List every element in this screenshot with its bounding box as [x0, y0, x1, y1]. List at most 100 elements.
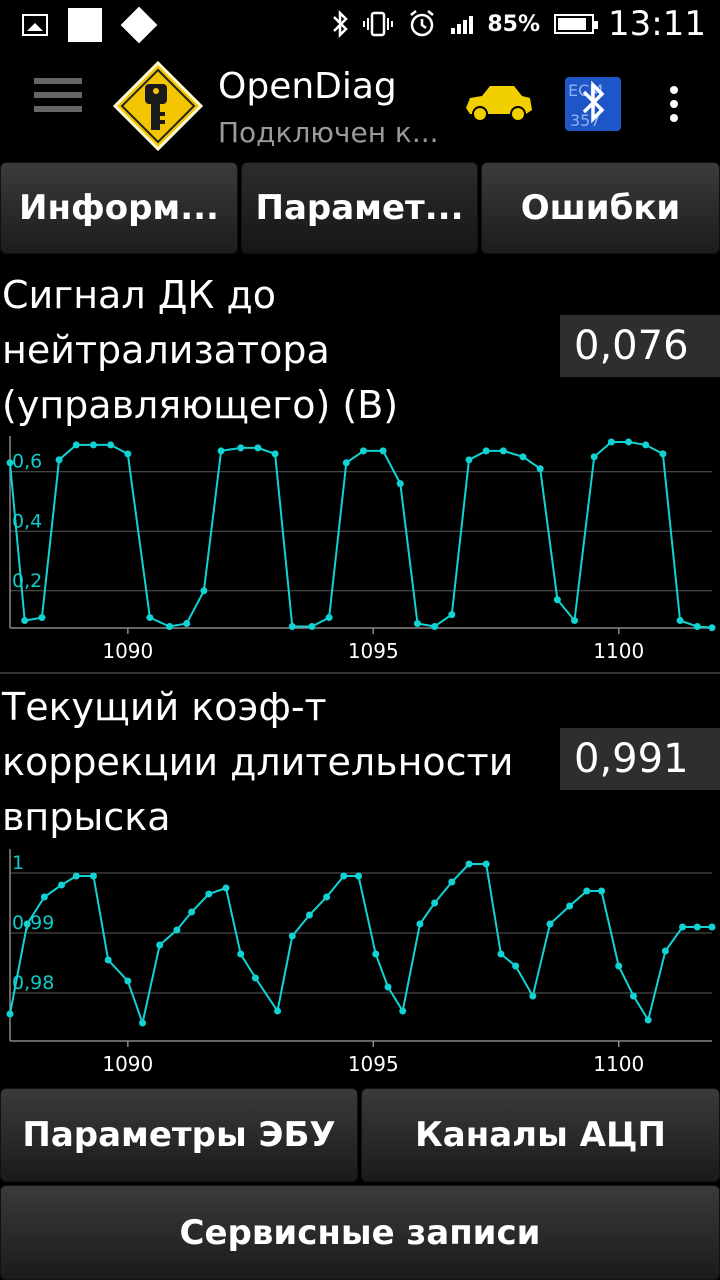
data-point — [384, 983, 392, 991]
data-point — [590, 453, 598, 461]
data-point — [413, 620, 421, 628]
data-point — [465, 456, 473, 464]
data-point — [708, 624, 716, 632]
data-point — [271, 450, 279, 458]
more-icon[interactable] — [670, 86, 680, 128]
data-point — [89, 872, 97, 880]
battery-icon — [554, 14, 599, 34]
signal-icon — [451, 14, 474, 34]
data-point — [308, 623, 316, 631]
data-point — [625, 438, 633, 446]
data-point — [323, 893, 331, 901]
data-point — [139, 1019, 147, 1027]
connection-status: Подключен к... — [218, 116, 439, 149]
data-point — [644, 1016, 652, 1024]
image-icon — [22, 14, 48, 36]
ecu-params-button[interactable]: Параметры ЭБУ — [0, 1088, 358, 1182]
data-point — [40, 893, 48, 901]
fuel-trim-chart: 0,980,9911090 1095 1100 — [6, 849, 716, 1076]
data-point — [325, 614, 333, 622]
data-point — [546, 920, 554, 928]
service-records-button[interactable]: Сервисные записи — [0, 1185, 720, 1280]
data-point — [104, 956, 112, 964]
data-point — [396, 480, 404, 488]
data-point — [200, 587, 208, 595]
data-point — [72, 872, 80, 880]
bluetooth-icon — [333, 10, 349, 38]
param-title-line: Текущий коэф-т — [2, 685, 327, 729]
app-title: OpenDiag — [218, 66, 397, 107]
data-point — [693, 923, 701, 931]
param-title-line: нейтрализатора — [2, 328, 330, 372]
data-point — [340, 872, 348, 880]
data-point — [274, 1007, 282, 1015]
y-tick-label: 0,2 — [12, 570, 42, 592]
data-point — [173, 926, 181, 934]
data-point — [288, 932, 296, 940]
car-icon[interactable] — [462, 84, 534, 124]
data-point — [342, 459, 350, 467]
data-point — [583, 887, 591, 895]
data-point — [124, 977, 132, 985]
x-tick-label: 1090 — [102, 639, 153, 663]
data-point — [659, 450, 667, 458]
param-title: Сигнал ДК до нейтрализатора (управляющег… — [2, 268, 562, 433]
data-point — [553, 596, 561, 604]
data-point — [465, 860, 473, 868]
data-point — [536, 465, 544, 473]
adc-channels-button[interactable]: Каналы АЦП — [361, 1088, 720, 1182]
data-point — [38, 614, 46, 622]
clock: 13:11 — [608, 4, 706, 44]
data-point — [708, 923, 716, 931]
data-point — [416, 920, 424, 928]
data-point — [379, 447, 387, 455]
data-point — [23, 920, 31, 928]
data-point — [254, 444, 262, 452]
data-point — [598, 887, 606, 895]
data-point — [607, 438, 615, 446]
param-title-line: коррекции длительности — [2, 740, 514, 784]
data-point — [642, 441, 650, 449]
square-icon — [68, 8, 102, 42]
data-point — [512, 962, 520, 970]
data-point — [188, 908, 196, 916]
param-title: Текущий коэф-т коррекции длительности вп… — [2, 680, 562, 845]
key-logo-icon — [112, 60, 204, 152]
data-point — [566, 902, 574, 910]
y-tick-label: 1 — [12, 852, 24, 874]
menu-icon[interactable] — [34, 78, 82, 128]
bluetooth-ecu-icon[interactable]: ЕСМ 357 — [564, 76, 622, 132]
data-point — [431, 623, 439, 631]
data-point — [55, 456, 63, 464]
data-point — [21, 617, 29, 625]
data-point — [107, 441, 115, 449]
data-point — [372, 950, 380, 958]
data-point — [499, 447, 507, 455]
data-point — [166, 623, 174, 631]
x-tick-label: 1095 — [348, 1052, 399, 1076]
data-point — [355, 872, 363, 880]
data-point — [237, 950, 245, 958]
x-tick-label: 1100 — [593, 639, 644, 663]
data-point — [124, 450, 132, 458]
data-point — [615, 962, 623, 970]
divider — [0, 672, 720, 674]
tab-params[interactable]: Парамет... — [241, 162, 478, 254]
x-tick-label: 1100 — [593, 1052, 644, 1076]
x-tick-label: 1090 — [102, 1052, 153, 1076]
data-point — [497, 950, 505, 958]
data-point — [288, 623, 296, 631]
data-point — [72, 441, 80, 449]
data-point — [251, 974, 259, 982]
vibrate-icon — [363, 11, 394, 37]
data-point — [58, 881, 66, 889]
alarm-icon — [410, 10, 435, 37]
data-point — [89, 441, 97, 449]
tab-info[interactable]: Информ... — [0, 162, 238, 254]
y-tick-label: 0,6 — [12, 451, 42, 473]
tab-errors[interactable]: Ошибки — [481, 162, 720, 254]
data-point — [237, 444, 245, 452]
tab-bar: Информ... Парамет... Ошибки — [0, 160, 720, 256]
data-point — [661, 947, 669, 955]
data-point — [431, 899, 439, 907]
